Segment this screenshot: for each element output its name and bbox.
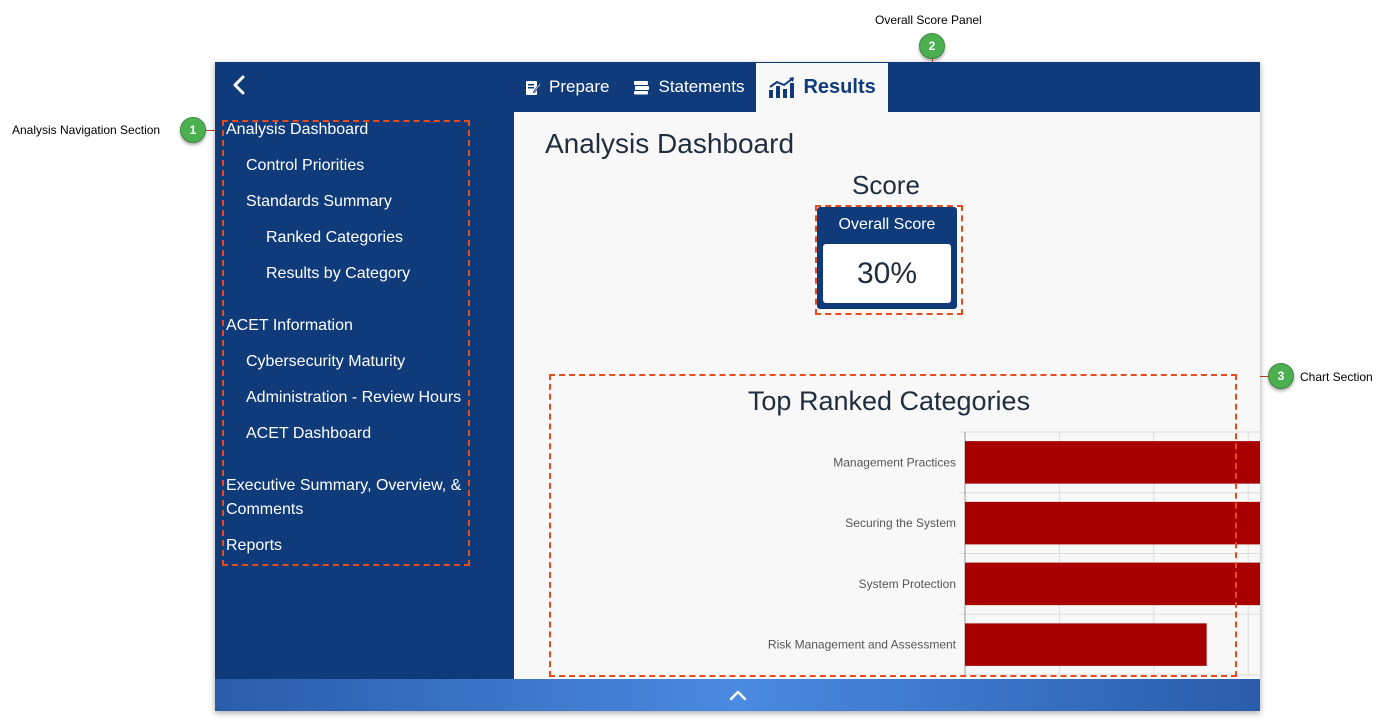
tab-prepare-label: Prepare: [549, 77, 610, 96]
annotation-box-chart: [549, 374, 1237, 677]
top-navbar: Prepare Statements Results: [215, 62, 1260, 112]
score-heading: Score: [852, 170, 920, 200]
bottom-toggle-bar[interactable]: [215, 679, 1260, 711]
clipboard-edit-icon: [525, 79, 541, 96]
page-title: Analysis Dashboard: [545, 128, 795, 159]
back-button[interactable]: [229, 72, 259, 102]
chart-trend-icon: [768, 76, 795, 99]
annotation-label-nav: Analysis Navigation Section: [12, 123, 161, 137]
stack-icon: [633, 80, 650, 95]
main-tabs: Prepare Statements Results: [515, 62, 888, 112]
tab-statements-label: Statements: [658, 77, 745, 96]
tab-prepare[interactable]: Prepare: [515, 62, 621, 112]
chevron-left-icon: [233, 75, 245, 95]
annotation-label-chart: Chart Section: [1300, 370, 1373, 384]
tab-statements[interactable]: Statements: [621, 62, 756, 112]
annotation-box-nav: [222, 120, 470, 566]
tab-results[interactable]: Results: [756, 63, 888, 112]
annotation-label-score: Overall Score Panel: [875, 13, 982, 27]
annotation-badge-2: 2: [919, 33, 945, 59]
tab-results-label: Results: [803, 76, 876, 98]
annotation-box-score: [815, 205, 963, 315]
chevron-up-icon: [729, 690, 746, 701]
annotation-badge-1: 1: [180, 117, 206, 143]
annotation-badge-3: 3: [1268, 363, 1294, 389]
